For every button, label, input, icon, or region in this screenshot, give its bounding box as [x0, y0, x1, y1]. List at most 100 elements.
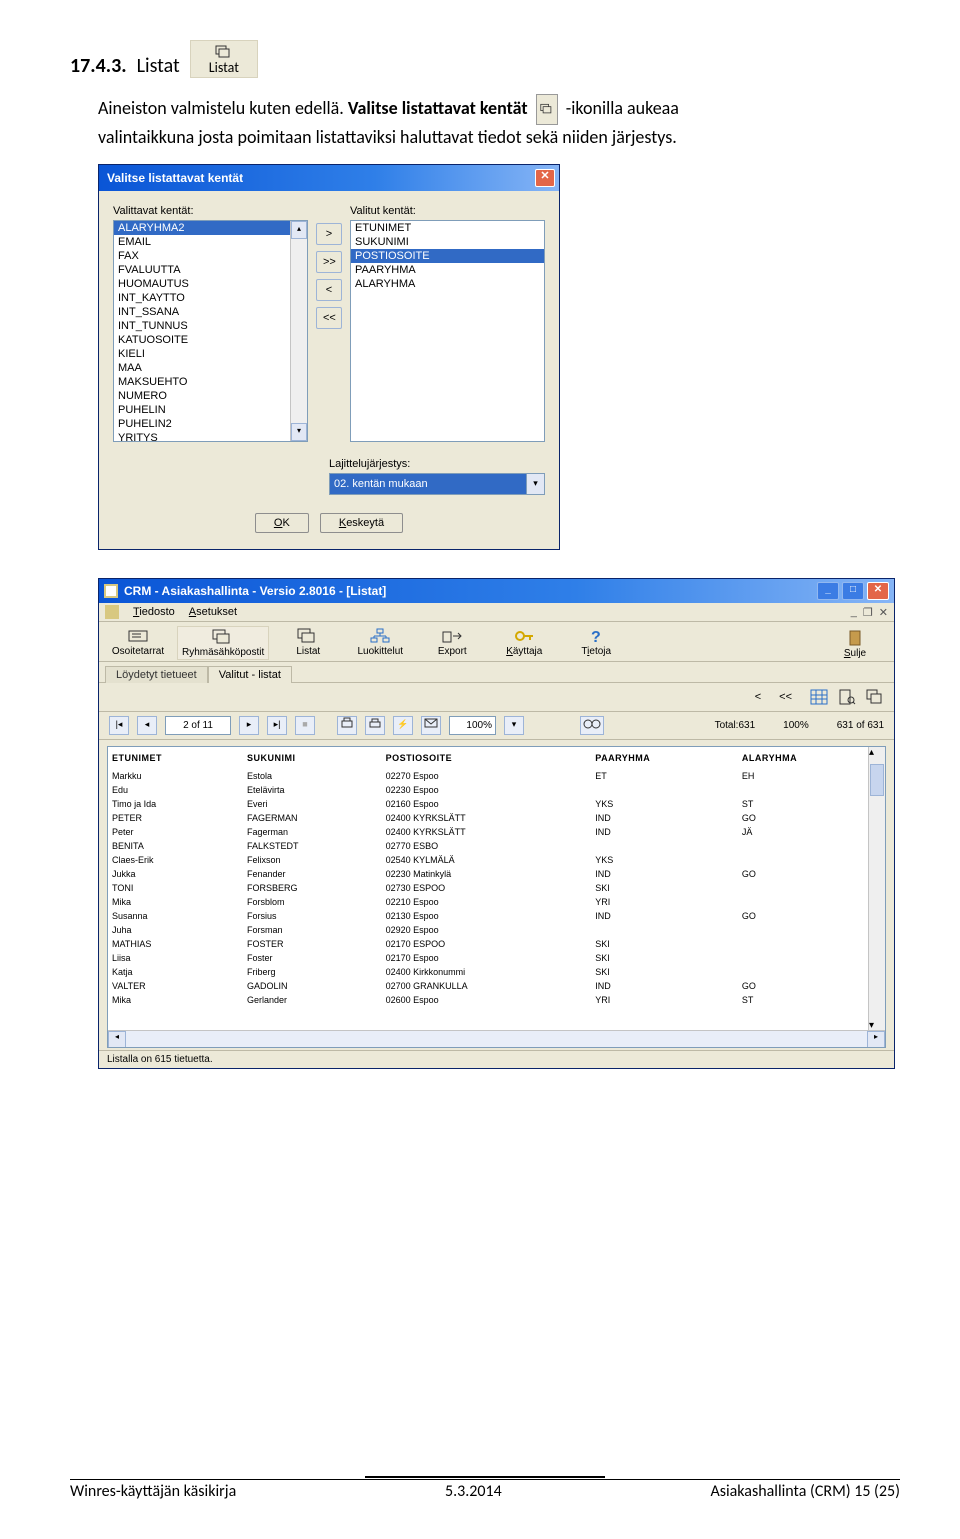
remove-all-button[interactable]: << [316, 307, 342, 329]
toolbar-tietoja[interactable]: ? Tietoja [563, 626, 629, 660]
section-number: 17.4.3. [70, 54, 127, 78]
table-row[interactable]: TONIFORSBERG02730 ESPOOSKI [108, 881, 885, 895]
scroll-up-icon[interactable]: ▴ [869, 747, 885, 758]
scroll-thumb[interactable] [870, 764, 884, 796]
refresh-icon[interactable]: ⚡ [393, 716, 413, 735]
table-row[interactable]: PeterFagerman02400 KYRKSLÄTTINDJÄ [108, 825, 885, 839]
tab-selected-lists[interactable]: Valitut - listat [208, 666, 292, 683]
list-item[interactable]: EMAIL [114, 235, 307, 249]
table-row[interactable]: SusannaForsius02130 EspooINDGO [108, 909, 885, 923]
scroll-right-icon[interactable]: ▸ [867, 1031, 885, 1048]
list-item[interactable]: INT_SSANA [114, 305, 307, 319]
toolbar-listat[interactable]: Listat [275, 626, 341, 660]
table-row[interactable]: KatjaFriberg02400 KirkkonummiSKI [108, 965, 885, 979]
mdi-close-icon[interactable]: ✕ [879, 606, 888, 619]
tab-found[interactable]: Löydetyt tietueet [105, 666, 208, 683]
minimize-icon[interactable]: _ [817, 582, 839, 600]
scroll-up-icon[interactable]: ▴ [291, 221, 307, 239]
grid-icon[interactable] [810, 689, 828, 705]
list-item[interactable]: POSTIOSOITE [351, 249, 544, 263]
list-item[interactable]: FVALUUTTA [114, 263, 307, 277]
list-item[interactable]: ETUNIMET [351, 221, 544, 235]
table-row[interactable]: BENITAFALKSTEDT02770 ESBO [108, 839, 885, 853]
key-icon [513, 628, 535, 644]
table-row[interactable]: VALTERGADOLIN02700 GRANKULLAINDGO [108, 979, 885, 993]
table-row[interactable]: MikaGerlander02600 EspooYRIST [108, 993, 885, 1007]
available-fields-listbox[interactable]: ▴ ▾ ALARYHMA2EMAILFAXFVALUUTTAHUOMAUTUSI… [113, 220, 308, 442]
nav-next-icon[interactable]: ▸ [239, 716, 259, 735]
print-icon[interactable] [337, 716, 357, 735]
list-item[interactable]: INT_KAYTTO [114, 291, 307, 305]
table-row[interactable]: EduEtelävirta02230 Espoo [108, 783, 885, 797]
toolbar-ryhmasahkopostit[interactable]: Ryhmäsähköpostit [177, 626, 269, 660]
list-item[interactable]: INT_TUNNUS [114, 319, 307, 333]
table-row[interactable]: Timo ja IdaEveri02160 EspooYKSST [108, 797, 885, 811]
list-item[interactable]: KIELI [114, 347, 307, 361]
maximize-icon[interactable]: □ [842, 582, 864, 600]
close-icon[interactable]: ✕ [867, 582, 889, 600]
table-row[interactable]: MarkkuEstola02270 EspooETEH [108, 769, 885, 783]
scroll-down-icon[interactable]: ▾ [291, 423, 307, 441]
toolbar-osoitetarrat[interactable]: Osoitetarrat [105, 626, 171, 660]
table-row[interactable]: Claes-ErikFelixson02540 KYLMÄLÄYKS [108, 853, 885, 867]
list-item[interactable]: PUHELIN2 [114, 417, 307, 431]
close-icon[interactable]: ✕ [535, 169, 555, 187]
table-row[interactable]: JuhaForsman02920 Espoo [108, 923, 885, 937]
page-indicator[interactable] [165, 716, 231, 735]
toolbar-luokittelut[interactable]: Luokittelut [347, 626, 413, 660]
add-button[interactable]: > [316, 223, 342, 245]
mdi-minimize-icon[interactable]: _ [851, 606, 857, 619]
nav-prev-icon[interactable]: ◂ [137, 716, 157, 735]
scroll-left-icon[interactable]: ◂ [108, 1031, 126, 1048]
ok-button[interactable]: OK [255, 513, 309, 533]
list-item[interactable]: SUKUNIMI [351, 235, 544, 249]
zoom-input[interactable] [449, 716, 496, 735]
add-all-button[interactable]: >> [316, 251, 342, 273]
nav-first-icon[interactable]: |◂ [109, 716, 129, 735]
list-item[interactable]: PAARYHMA [351, 263, 544, 277]
selected-fields-listbox[interactable]: ETUNIMETSUKUNIMIPOSTIOSOITEPAARYHMAALARY… [350, 220, 545, 442]
cancel-button[interactable]: Keskeytä [320, 513, 403, 533]
nav-last-icon[interactable]: ▸| [267, 716, 287, 735]
prev-all-icon[interactable]: << [779, 691, 792, 703]
zoom-dropdown-icon[interactable]: ▾ [504, 716, 524, 735]
table-row[interactable]: PETERFAGERMAN02400 KYRKSLÄTTINDGO [108, 811, 885, 825]
list-item[interactable]: NUMERO [114, 389, 307, 403]
list-item[interactable]: ALARYHMA2 [114, 221, 307, 235]
list-item[interactable]: PUHELIN [114, 403, 307, 417]
toolbar-export[interactable]: Export [419, 626, 485, 660]
scrollbar[interactable]: ▴ ▾ [290, 221, 307, 441]
list-item[interactable]: MAKSUEHTO [114, 375, 307, 389]
list-item[interactable]: MAA [114, 361, 307, 375]
envelope-icon[interactable] [421, 716, 441, 735]
printer-icon[interactable] [365, 716, 385, 735]
mdi-restore-icon[interactable]: ❐ [863, 606, 873, 619]
horizontal-scrollbar[interactable]: ◂ ▸ [108, 1030, 885, 1047]
list-item[interactable]: HUOMAUTUS [114, 277, 307, 291]
table-row[interactable]: MikaForsblom02210 EspooYRI [108, 895, 885, 909]
chevron-down-icon[interactable]: ▾ [526, 474, 544, 494]
footer-mid: 5.3.2014 [445, 1482, 502, 1501]
list-item[interactable]: FAX [114, 249, 307, 263]
table-row[interactable]: JukkaFenander02230 MatinkyläINDGO [108, 867, 885, 881]
toolbar-sulje[interactable]: Sulje [822, 628, 888, 660]
table-row[interactable]: MATHIASFOSTER02170 ESPOOSKI [108, 937, 885, 951]
prev-icon[interactable]: < [755, 691, 761, 703]
list-item[interactable]: ALARYHMA [351, 277, 544, 291]
remove-button[interactable]: < [316, 279, 342, 301]
menu-settings[interactable]: Asetukset [189, 606, 237, 618]
sort-value[interactable] [330, 474, 526, 494]
vertical-scrollbar[interactable]: ▴ ▾ [868, 747, 885, 1031]
page-search-icon[interactable] [838, 689, 856, 705]
list-item[interactable]: YRITYS [114, 431, 307, 445]
table-row[interactable]: LiisaFoster02170 EspooSKI [108, 951, 885, 965]
menu-file[interactable]: Tiedosto [133, 606, 175, 618]
list-item[interactable]: KATUOSOITE [114, 333, 307, 347]
stack-icon[interactable] [866, 689, 884, 705]
status-bar: Listalla on 615 tietuetta. [99, 1050, 894, 1068]
sort-combobox[interactable]: ▾ [329, 473, 545, 495]
toolbar-kayttaja[interactable]: Käyttaja [491, 626, 557, 660]
svg-text:?: ? [591, 629, 601, 644]
stack-icon [215, 45, 233, 59]
binoculars-icon[interactable] [580, 716, 604, 735]
